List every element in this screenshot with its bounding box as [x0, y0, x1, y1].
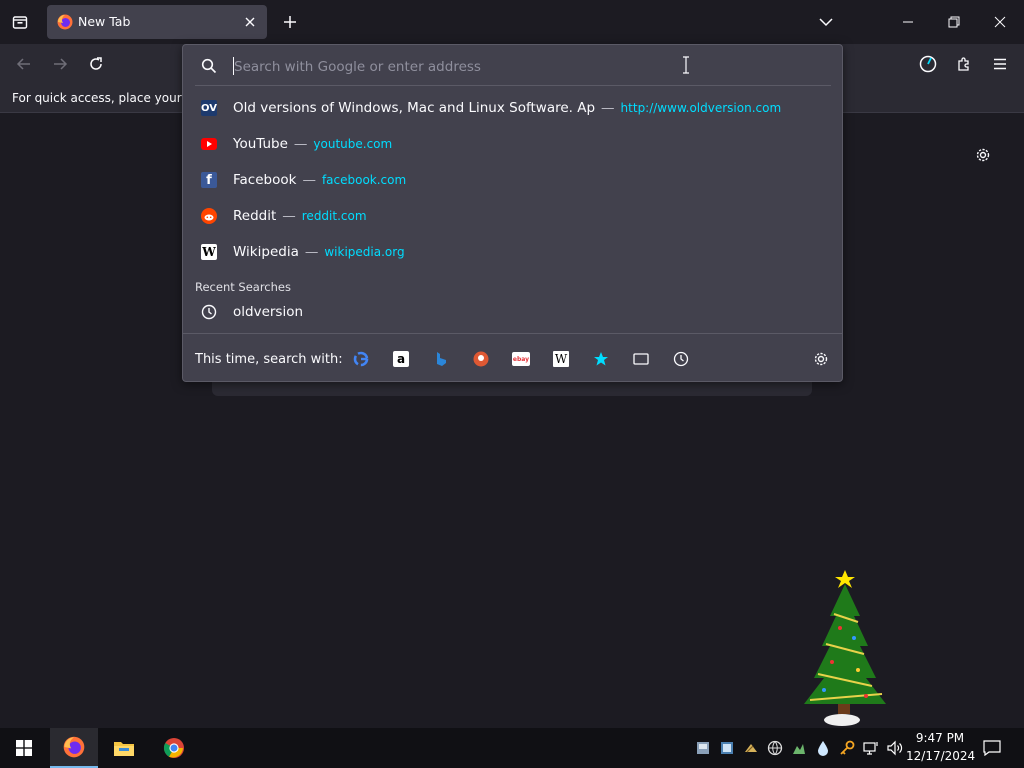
tab-title: New Tab: [78, 14, 131, 29]
history-clock-icon: [201, 304, 217, 320]
new-tab-plus-icon[interactable]: [278, 10, 302, 34]
suggestion-title: Reddit: [233, 208, 277, 224]
history-icon[interactable]: [671, 349, 691, 369]
recent-searches-label: Recent Searches: [195, 280, 291, 294]
page-search-box[interactable]: [212, 380, 812, 396]
urlbar-divider: [195, 85, 831, 86]
tray-network-monitor-icon[interactable]: [862, 739, 880, 757]
recent-search-text: oldversion: [233, 304, 304, 320]
list-all-tabs-icon[interactable]: [8, 10, 32, 34]
restore-window-icon[interactable]: [942, 10, 966, 34]
text-cursor-icon: [681, 56, 691, 74]
taskbar-clock-date[interactable]: 12/17/2024: [906, 749, 975, 763]
action-center-notification-icon[interactable]: [982, 739, 1002, 757]
tray-app-icon-1[interactable]: [694, 739, 712, 757]
close-window-icon[interactable]: [988, 10, 1012, 34]
suggestion-url: wikipedia.org: [324, 245, 405, 259]
suggestion-url: reddit.com: [301, 209, 367, 223]
wikipedia-icon[interactable]: W: [551, 349, 571, 369]
suggestion-title: Old versions of Windows, Mac and Linux S…: [233, 100, 596, 116]
taskbar-chrome-button[interactable]: [150, 728, 198, 768]
google-icon[interactable]: [351, 349, 371, 369]
menu-hamburger-icon[interactable]: [988, 52, 1012, 76]
recent-search-row[interactable]: oldversion: [195, 295, 829, 329]
taskbar-clock-time[interactable]: 9:47 PM: [912, 731, 968, 745]
suggestion-row-wikipedia[interactable]: W Wikipedia — wikipedia.org: [195, 235, 829, 269]
url-input[interactable]: [232, 56, 676, 78]
chrome-icon: [163, 738, 184, 758]
firefox-icon: [57, 14, 73, 30]
christmas-tree-decoration: [796, 564, 888, 728]
facebook-favicon: f: [201, 172, 217, 188]
page-settings-gear-icon[interactable]: [971, 143, 995, 167]
suggestion-separator: —: [304, 244, 319, 260]
urlbar-dropdown: OV Old versions of Windows, Mac and Linu…: [182, 44, 843, 382]
suggestion-title: Wikipedia: [233, 244, 299, 260]
search-with-label: This time, search with:: [195, 352, 343, 367]
reload-icon[interactable]: [84, 52, 108, 76]
suggestion-row-oldversion[interactable]: OV Old versions of Windows, Mac and Linu…: [195, 91, 829, 125]
text-caret: [233, 57, 234, 75]
suggestion-separator: —: [601, 100, 615, 116]
amazon-icon[interactable]: a: [391, 349, 411, 369]
bookmarks-toolbar-hint: For quick access, place your bookmarks h…: [12, 91, 184, 105]
firefox-view-icon[interactable]: [916, 52, 940, 76]
minimize-window-icon[interactable]: [896, 10, 920, 34]
back-arrow-icon[interactable]: [12, 52, 36, 76]
firefox-icon: [63, 736, 85, 758]
extensions-puzzle-icon[interactable]: [952, 52, 976, 76]
suggestion-row-youtube[interactable]: YouTube — youtube.com: [195, 127, 829, 161]
tray-speaker-volume-icon[interactable]: [886, 739, 904, 757]
suggestion-row-facebook[interactable]: f Facebook — facebook.com: [195, 163, 829, 197]
suggestion-url: youtube.com: [313, 137, 393, 151]
bing-icon[interactable]: [431, 349, 451, 369]
bookmarks-star-icon[interactable]: [591, 349, 611, 369]
suggestion-separator: —: [302, 172, 316, 188]
ebay-icon[interactable]: ebay: [511, 349, 531, 369]
taskbar-firefox-button[interactable]: [50, 728, 98, 768]
start-windows-icon[interactable]: [0, 728, 48, 768]
suggestion-title: Facebook: [233, 172, 297, 188]
search-icon: [199, 56, 219, 76]
close-tab-icon[interactable]: [241, 13, 259, 31]
forward-arrow-icon[interactable]: [48, 52, 72, 76]
tab-new-tab[interactable]: New Tab: [47, 5, 267, 39]
tabs-icon[interactable]: [631, 349, 651, 369]
suggestion-url: facebook.com: [321, 173, 407, 187]
suggestion-title: YouTube: [233, 136, 288, 152]
suggestion-separator: —: [282, 208, 296, 224]
chevron-down-icon[interactable]: [814, 10, 838, 34]
search-engines-divider: [183, 333, 842, 334]
search-settings-gear-icon[interactable]: [811, 349, 831, 369]
tray-droplet-icon[interactable]: [814, 739, 832, 757]
taskbar-file-explorer-button[interactable]: [100, 728, 148, 768]
duckduckgo-icon[interactable]: [471, 349, 491, 369]
suggestion-url: http://www.oldversion.com: [620, 101, 782, 115]
wikipedia-favicon: W: [201, 244, 217, 260]
tray-key-icon[interactable]: [838, 739, 856, 757]
oldversion-favicon: OV: [201, 100, 217, 116]
folder-icon: [114, 742, 134, 756]
suggestion-separator: —: [293, 136, 308, 152]
suggestion-row-reddit[interactable]: Reddit — reddit.com: [195, 199, 829, 233]
tray-app-icon-4[interactable]: [790, 739, 808, 757]
tray-app-icon-3[interactable]: [742, 739, 760, 757]
youtube-favicon: [201, 136, 217, 152]
reddit-favicon: [201, 208, 217, 224]
tray-network-globe-icon[interactable]: [766, 739, 784, 757]
tray-app-icon-2[interactable]: [718, 739, 736, 757]
